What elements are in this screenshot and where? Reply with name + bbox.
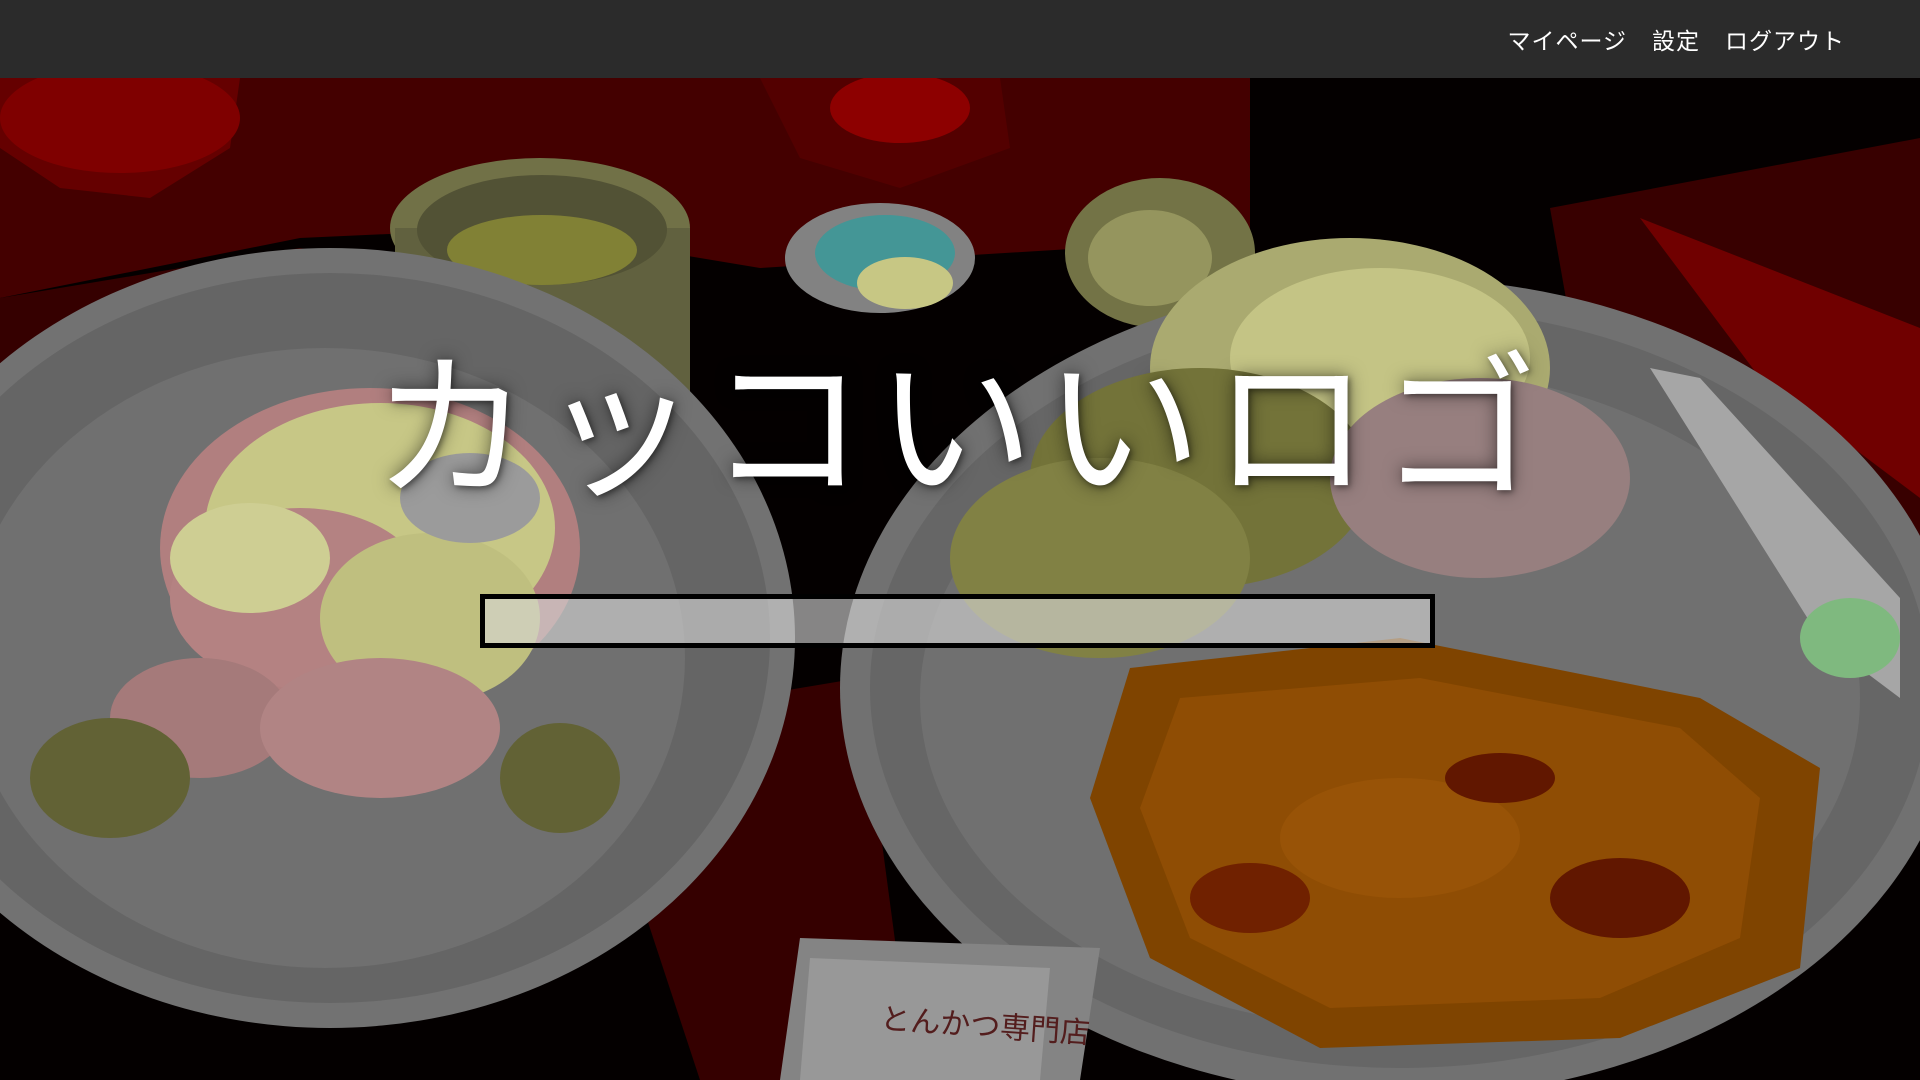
page: マイページ 設定 ログアウト とんかつ専門店 カッコいいロゴ: [0, 0, 1920, 1080]
background-photo: とんかつ専門店: [0, 78, 1920, 1080]
food-photo: とんかつ専門店: [0, 78, 1920, 1080]
logout-link[interactable]: ログアウト: [1725, 22, 1845, 56]
top-bar: マイページ 設定 ログアウト: [0, 0, 1920, 78]
settings-link[interactable]: 設定: [1652, 22, 1700, 56]
search-input[interactable]: [480, 594, 1435, 648]
mypage-link[interactable]: マイページ: [1507, 22, 1627, 56]
logo-title: カッコいいロゴ: [372, 338, 1548, 522]
top-nav: マイページ 設定 ログアウト: [1507, 0, 1845, 78]
